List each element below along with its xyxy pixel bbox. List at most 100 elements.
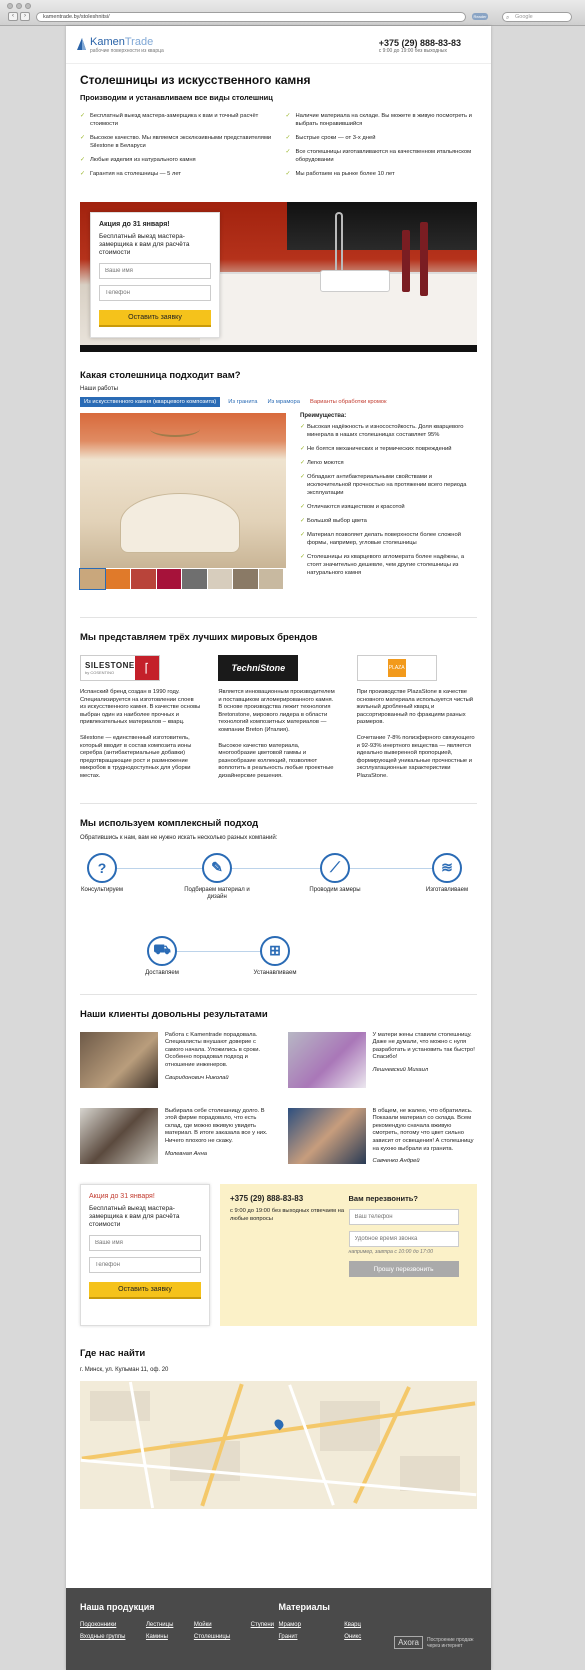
footer-link[interactable]: Мрамор — [279, 1622, 329, 1628]
check-icon: ✓ — [285, 149, 291, 155]
header-contacts: +375 (29) 888-83-83 с 9:00 до 19:00 без … — [379, 38, 461, 54]
gallery-main-image[interactable] — [80, 413, 286, 568]
tools-icon: ✎ — [202, 852, 232, 883]
footer-link[interactable]: Столешницы — [194, 1634, 235, 1640]
developer-credit[interactable]: Axora Построение продаж через интернет — [394, 1636, 477, 1649]
step-install: ⊞ Устанавливаем — [235, 935, 315, 978]
brand-plazastone: PLAZA При производстве PlazaStone в каче… — [356, 655, 477, 781]
section-title-types: Какая столешница подходит вам? — [80, 370, 241, 381]
close-window-icon[interactable] — [7, 3, 13, 9]
browser-search-input[interactable]: ⌕ Google — [502, 12, 572, 22]
search-icon: ⌕ — [506, 15, 510, 21]
step-design: ✎ Подбираем материал и дизайн — [177, 852, 257, 902]
logo-name: KamenTrade — [90, 36, 154, 48]
gallery-thumbnails — [79, 568, 286, 590]
callback-submit-button[interactable]: Прошу перезвонить — [348, 1261, 459, 1278]
check-icon: ✓ — [80, 157, 86, 163]
zoom-window-icon[interactable] — [25, 3, 31, 9]
question-icon: ? — [87, 852, 117, 883]
callback-time-input[interactable] — [348, 1231, 459, 1248]
address: г. Минск, ул. Кульман 11, оф. 20 — [80, 1367, 169, 1374]
footer-link[interactable]: Входные группы — [80, 1634, 130, 1640]
gallery-thumb[interactable] — [233, 569, 258, 589]
benefit-item: ✓ Все столешницы изготавливаются на качес… — [285, 149, 472, 163]
footer-link[interactable]: Гранит — [279, 1634, 329, 1640]
window-controls[interactable] — [7, 3, 31, 9]
submit-request-button[interactable]: Оставить заявку — [99, 310, 211, 327]
sink — [320, 270, 390, 292]
gallery-thumb[interactable] — [156, 569, 181, 589]
hero-image: Акция до 31 января! Бесплатный выезд мас… — [80, 202, 477, 352]
contact-phone[interactable]: +375 (29) 888-83-83 — [230, 1194, 349, 1203]
gallery-thumb[interactable] — [131, 569, 156, 589]
kitchen-cabinets — [287, 202, 477, 250]
process-steps: ? Консультируем ✎ Подбираем материал и д… — [80, 851, 477, 986]
connector-line — [100, 867, 455, 869]
check-icon: ✓ — [300, 532, 305, 538]
callback-phone-input[interactable] — [348, 1209, 459, 1226]
name-input[interactable] — [99, 263, 211, 279]
forward-button[interactable]: › — [20, 12, 30, 21]
brand-description: Испанский бренд создан в 1990 году. Спец… — [80, 689, 201, 726]
review-photo — [287, 1107, 366, 1164]
gallery-thumb[interactable] — [79, 568, 106, 590]
benefit-item: ✓ Наличие материала на складе. Вы можете … — [285, 113, 472, 127]
logo-icon — [77, 38, 86, 50]
check-icon: ✓ — [285, 171, 291, 177]
gallery-thumb[interactable] — [207, 569, 232, 589]
reader-button[interactable]: Reader — [472, 13, 488, 20]
section-divider — [80, 617, 477, 618]
footer-link[interactable]: Мойки — [194, 1622, 235, 1628]
footer-link[interactable]: Оникс — [344, 1634, 388, 1640]
section-title-reviews: Наши клиенты довольны результатами — [80, 1008, 268, 1020]
benefit-item: ✓ Высокое качество. Мы являемся эксклюзив… — [80, 135, 272, 149]
benefit-item: ✓ Бесплатный выезд мастера-замерщика к ва… — [80, 113, 259, 127]
section-divider — [80, 993, 477, 995]
phone-input[interactable] — [99, 285, 211, 301]
check-icon: ✓ — [80, 171, 86, 177]
review-photo — [287, 1031, 366, 1088]
tab-marble[interactable]: Из мрамора — [265, 397, 302, 407]
benefit-item: ✓ Гарантия на столешницы — 5 лет — [80, 171, 182, 177]
footer-link[interactable]: Лестницы — [146, 1622, 178, 1628]
review-card: Работа с Kamentrade порадовала. Специали… — [80, 1031, 270, 1088]
advantage-item: ✓ Столешницы из кварцевого агломерата бол… — [300, 554, 465, 576]
cart-icon: ⛟ — [147, 935, 177, 966]
site-header: KamenTrade рабочие поверхности из кварца… — [66, 26, 491, 64]
submit-request-button[interactable]: Оставить заявку — [89, 1282, 201, 1300]
name-input[interactable] — [89, 1235, 201, 1252]
section-divider — [80, 802, 477, 804]
step-deliver: ⛟ Доставляем — [122, 935, 202, 978]
tab-edges[interactable]: Варианты обработки кромок — [308, 397, 389, 407]
candlestick — [420, 222, 428, 296]
kitchen-island — [120, 493, 240, 553]
advantage-item: ✓ Отличаются изяществом и красотой — [300, 504, 405, 510]
gallery-thumb[interactable] — [258, 569, 283, 589]
review-photo — [80, 1107, 158, 1164]
plazastone-logo: PLAZA — [356, 655, 437, 681]
header-phone[interactable]: +375 (29) 888-83-83 — [379, 38, 461, 48]
tab-granite[interactable]: Из гранита — [226, 397, 259, 407]
lead-form: Акция до 31 января! Бесплатный выезд мас… — [90, 212, 220, 338]
footer-link[interactable]: Подоконники — [80, 1622, 130, 1628]
map[interactable] — [80, 1381, 477, 1510]
site-logo[interactable]: KamenTrade рабочие поверхности из кварца — [76, 37, 164, 54]
section-title-approach: Мы используем комплексный подход — [80, 817, 259, 829]
footer-link[interactable]: Ступени — [251, 1622, 279, 1628]
footer-link[interactable]: Камины — [146, 1634, 178, 1640]
review-card: Выбирала себе столешницу долго. В этой ф… — [80, 1107, 270, 1165]
tab-quartz[interactable]: Из искусственного камня (кварцевого комп… — [80, 397, 221, 407]
approach-intro: Обратившись к нам, вам не нужно искать н… — [80, 834, 278, 841]
phone-input[interactable] — [89, 1257, 201, 1274]
minimize-window-icon[interactable] — [16, 3, 22, 9]
back-button[interactable]: ‹ — [8, 12, 18, 21]
footer-link[interactable]: Кварц — [344, 1622, 388, 1628]
address-bar[interactable]: kamentrade.by/stoleshnitsi/ — [36, 12, 466, 22]
promo-title: Акция до 31 января! — [89, 1193, 155, 1201]
gallery-thumb[interactable] — [105, 569, 130, 589]
gallery-thumb[interactable] — [182, 569, 207, 589]
technistone-logo: TechniStone — [218, 655, 299, 681]
benefit-item: ✓ Быстрые сроки — от 3-х дней — [285, 135, 376, 141]
brand-technistone: TechniStone Является инновационным произ… — [218, 655, 338, 781]
advantages-list: Преимущества: ✓ Высокая надёжность и изно… — [300, 413, 477, 589]
